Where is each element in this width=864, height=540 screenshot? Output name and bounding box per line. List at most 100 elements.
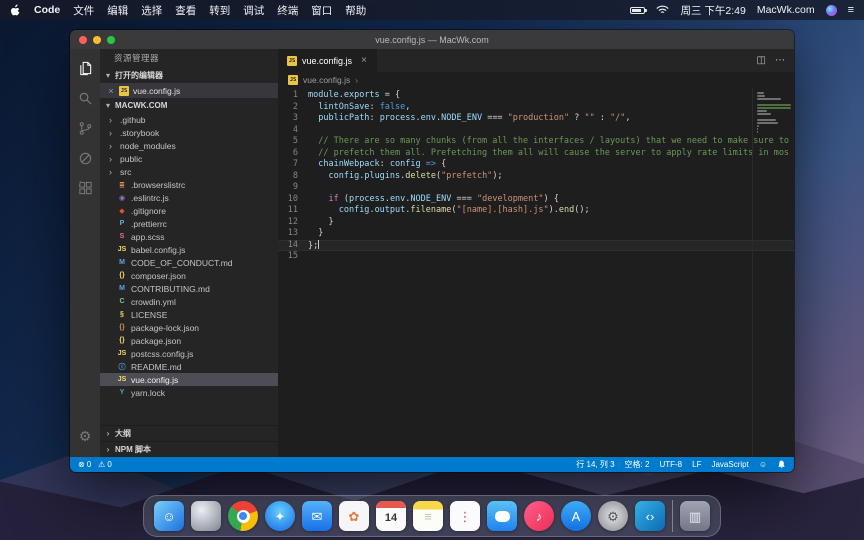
tree-item-postcss.config.js[interactable]: JSpostcss.config.js: [100, 347, 278, 360]
tree-item-.storybook[interactable]: ›.storybook: [100, 126, 278, 139]
breadcrumb-filename[interactable]: vue.config.js: [303, 75, 350, 85]
feedback-smiley-icon[interactable]: ☺: [759, 460, 767, 469]
dock-vscode[interactable]: ‹›: [635, 501, 665, 531]
code-line-9[interactable]: 9: [278, 182, 794, 194]
menu-item-窗口[interactable]: 窗口: [311, 3, 332, 18]
problems-errors[interactable]: ⊗ 0: [78, 460, 91, 469]
open-editor-item[interactable]: × JS vue.config.js: [100, 83, 278, 98]
menu-item-编辑[interactable]: 编辑: [107, 3, 128, 18]
tree-item-node_modules[interactable]: ›node_modules: [100, 139, 278, 152]
wifi-icon[interactable]: [656, 5, 669, 15]
problems-warnings[interactable]: ⚠ 0: [98, 460, 112, 469]
dock-reminders[interactable]: ⋮: [450, 501, 480, 531]
dock-notes[interactable]: ≡: [413, 501, 443, 531]
close-window-button[interactable]: [79, 36, 87, 44]
source-control-icon[interactable]: [70, 113, 100, 143]
outline-section[interactable]: › 大纲: [100, 425, 278, 441]
more-actions-icon[interactable]: ⋯: [775, 55, 785, 66]
dock-app-store[interactable]: A: [561, 501, 591, 531]
tree-item-public[interactable]: ›public: [100, 152, 278, 165]
menu-item-文件[interactable]: 文件: [73, 3, 94, 18]
code-line-8[interactable]: 8 config.plugins.delete("prefetch");: [278, 171, 794, 183]
menubar-clock[interactable]: 周三 下午2:49: [680, 3, 745, 18]
tree-item-.github[interactable]: ›.github: [100, 113, 278, 126]
code-line-4[interactable]: 4: [278, 125, 794, 137]
dock-music[interactable]: ♪: [524, 501, 554, 531]
dock-messages[interactable]: [487, 501, 517, 531]
bell-icon[interactable]: [777, 460, 786, 469]
search-icon[interactable]: [70, 83, 100, 113]
tree-item-CONTRIBUTING.md[interactable]: MCONTRIBUTING.md: [100, 282, 278, 295]
code-line-12[interactable]: 12 }: [278, 217, 794, 229]
tree-item-vue.config.js[interactable]: JSvue.config.js: [100, 373, 278, 386]
dock-finder[interactable]: ☺: [154, 501, 184, 531]
code-line-7[interactable]: 7 chainWebpack: config => {: [278, 159, 794, 171]
code-line-15[interactable]: 15: [278, 251, 794, 263]
menu-item-终端[interactable]: 终端: [277, 3, 298, 18]
settings-gear-icon[interactable]: ⚙: [70, 421, 100, 451]
dock-trash[interactable]: ▥: [680, 501, 710, 531]
tree-item-composer.json[interactable]: {}composer.json: [100, 269, 278, 282]
code-line-3[interactable]: 3 publicPath: process.env.NODE_ENV === "…: [278, 113, 794, 125]
code-line-10[interactable]: 10 if (process.env.NODE_ENV === "develop…: [278, 194, 794, 206]
menu-app-name[interactable]: Code: [34, 4, 60, 16]
dock-system-preferences[interactable]: ⚙: [598, 501, 628, 531]
indentation[interactable]: 空格: 2: [625, 459, 650, 470]
npm-scripts-section[interactable]: › NPM 脚本: [100, 441, 278, 457]
tab-vue-config-js[interactable]: JS vue.config.js ×: [278, 49, 377, 72]
notification-center-icon[interactable]: ≡: [848, 4, 854, 16]
dock-safari[interactable]: ✦: [265, 501, 295, 531]
tree-item-package-lock.json[interactable]: {}package-lock.json: [100, 321, 278, 334]
dock-launchpad[interactable]: [191, 501, 221, 531]
code-line-13[interactable]: 13 }: [278, 228, 794, 240]
minimize-window-button[interactable]: [93, 36, 101, 44]
menu-item-查看[interactable]: 查看: [175, 3, 196, 18]
tree-item-src[interactable]: ›src: [100, 165, 278, 178]
tree-item-yarn.lock[interactable]: Yyarn.lock: [100, 386, 278, 399]
siri-icon[interactable]: [826, 5, 837, 16]
project-section-header[interactable]: ▾ MACWK.COM: [100, 98, 278, 113]
tree-item-.browserslistrc[interactable]: ≣.browserslistrc: [100, 178, 278, 191]
close-tab-icon[interactable]: ×: [360, 55, 368, 66]
tree-item-crowdin.yml[interactable]: Ccrowdin.yml: [100, 295, 278, 308]
titlebar[interactable]: vue.config.js — MacWk.com: [70, 30, 794, 49]
close-editor-icon[interactable]: ×: [107, 86, 115, 96]
code-line-2[interactable]: 2 lintOnSave: false,: [278, 102, 794, 114]
menu-item-转到[interactable]: 转到: [209, 3, 230, 18]
code-line-5[interactable]: 5 // There are so many chunks (from all …: [278, 136, 794, 148]
minimap[interactable]: [752, 88, 794, 457]
tree-item-README.md[interactable]: ⓘREADME.md: [100, 360, 278, 373]
debug-icon[interactable]: [70, 143, 100, 173]
tree-item-package.json[interactable]: {}package.json: [100, 334, 278, 347]
tree-item-app.scss[interactable]: Sapp.scss: [100, 230, 278, 243]
explorer-icon[interactable]: [70, 53, 100, 83]
code-line-11[interactable]: 11 config.output.filename("[name].[hash]…: [278, 205, 794, 217]
dock-calendar[interactable]: 14: [376, 501, 406, 531]
battery-icon[interactable]: [630, 7, 645, 14]
cursor-position[interactable]: 行 14, 列 3: [576, 459, 614, 470]
tree-item-.eslintrc.js[interactable]: ◉.eslintrc.js: [100, 191, 278, 204]
tree-item-CODE_OF_CONDUCT.md[interactable]: MCODE_OF_CONDUCT.md: [100, 256, 278, 269]
dock-chrome[interactable]: [228, 501, 258, 531]
code-editor[interactable]: 1module.exports = {2 lintOnSave: false,3…: [278, 88, 794, 457]
code-line-1[interactable]: 1module.exports = {: [278, 90, 794, 102]
tree-item-LICENSE[interactable]: §LICENSE: [100, 308, 278, 321]
encoding[interactable]: UTF-8: [659, 460, 682, 469]
tree-item-babel.config.js[interactable]: JSbabel.config.js: [100, 243, 278, 256]
code-line-6[interactable]: 6 // prefetch them all. Prefetching them…: [278, 148, 794, 160]
zoom-window-button[interactable]: [107, 36, 115, 44]
tree-item-.prettierrc[interactable]: P.prettierrc: [100, 217, 278, 230]
menu-item-帮助[interactable]: 帮助: [345, 3, 366, 18]
breadcrumb[interactable]: JS vue.config.js ›: [278, 72, 794, 88]
split-editor-icon[interactable]: ◫: [757, 55, 766, 66]
open-editors-header[interactable]: ▾ 打开的编辑器: [100, 68, 278, 83]
tree-item-.gitignore[interactable]: ◆.gitignore: [100, 204, 278, 217]
dock-photos[interactable]: ✿: [339, 501, 369, 531]
code-line-14[interactable]: 14};: [278, 240, 794, 252]
language-mode[interactable]: JavaScript: [711, 460, 748, 469]
eol-sequence[interactable]: LF: [692, 460, 701, 469]
menu-item-选择[interactable]: 选择: [141, 3, 162, 18]
extensions-icon[interactable]: [70, 173, 100, 203]
dock-mail[interactable]: ✉: [302, 501, 332, 531]
menu-item-调试[interactable]: 调试: [243, 3, 264, 18]
